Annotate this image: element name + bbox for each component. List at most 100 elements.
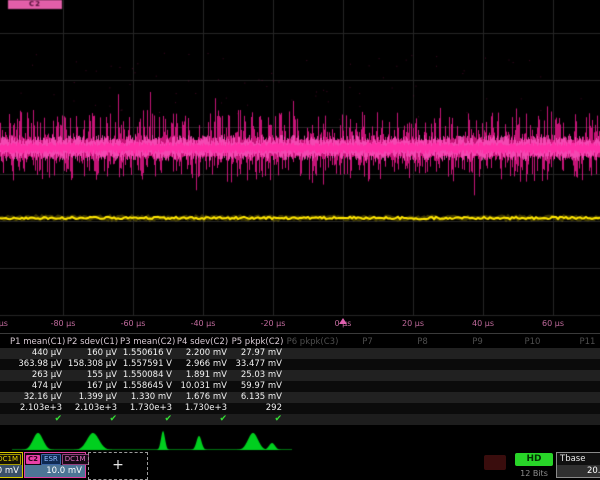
measure-cell bbox=[450, 348, 505, 359]
timebase-value: 20.0 µ bbox=[557, 465, 600, 477]
measure-param-header[interactable]: P4 sdev(C2) bbox=[175, 337, 230, 348]
table-row: 474 µV167 µV1.558645 V10.031 mV59.97 mV bbox=[0, 381, 600, 392]
measure-cell: 1.550616 V bbox=[120, 348, 175, 359]
measure-cell bbox=[395, 370, 450, 381]
measure-param-header-inactive[interactable]: P9 bbox=[450, 337, 505, 348]
table-header-row: P1 mean(C1)P2 sdev(C1)P3 mean(C2)P4 sdev… bbox=[0, 337, 600, 348]
histicon-strip bbox=[0, 430, 600, 452]
measure-cell: 263 µV bbox=[10, 370, 65, 381]
x-axis-label: -40 µs bbox=[181, 319, 225, 328]
hd-mode-badge[interactable]: HD bbox=[515, 453, 553, 466]
trigger-position-marker[interactable] bbox=[339, 318, 347, 324]
measure-cell: 363.98 µV bbox=[10, 359, 65, 370]
measure-cell bbox=[560, 348, 600, 359]
plus-icon: + bbox=[112, 457, 124, 473]
measure-cell bbox=[340, 359, 395, 370]
measure-cell bbox=[285, 381, 340, 392]
table-row: 2.103e+32.103e+31.730e+31.730e+3292 bbox=[0, 403, 600, 414]
timebase-box[interactable]: Tbase 20.0 µ bbox=[556, 452, 600, 478]
status-check-icon: ✔ bbox=[120, 414, 175, 425]
measure-cell bbox=[505, 403, 560, 414]
measure-cell: 292 bbox=[230, 403, 285, 414]
measure-param-header-inactive[interactable]: P8 bbox=[395, 337, 450, 348]
measure-cell: 1.330 mV bbox=[120, 392, 175, 403]
measure-cell bbox=[450, 370, 505, 381]
measure-cell: 2.103e+3 bbox=[65, 403, 120, 414]
measure-cell bbox=[285, 370, 340, 381]
measure-cell: 1.557591 V bbox=[120, 359, 175, 370]
measure-cell: 1.676 mV bbox=[175, 392, 230, 403]
measure-cell bbox=[450, 403, 505, 414]
measure-cell bbox=[505, 370, 560, 381]
c2-coupling-badge: DC1M bbox=[62, 454, 89, 465]
measure-cell bbox=[560, 392, 600, 403]
measure-cell: 1.558645 V bbox=[120, 381, 175, 392]
measure-cell: 2.966 mV bbox=[175, 359, 230, 370]
measure-cell bbox=[340, 403, 395, 414]
measure-cell: 440 µV bbox=[10, 348, 65, 359]
measure-param-header-inactive[interactable]: P10 bbox=[505, 337, 560, 348]
waveform-grid[interactable] bbox=[0, 0, 600, 317]
x-axis-label: -60 µs bbox=[111, 319, 155, 328]
measure-param-header-inactive[interactable]: P11 bbox=[560, 337, 600, 348]
measure-cell bbox=[395, 348, 450, 359]
measure-param-header-inactive[interactable]: P7 bbox=[340, 337, 395, 348]
status-check-icon bbox=[285, 414, 340, 425]
table-row: 32.16 µV1.399 µV1.330 mV1.676 mV6.135 mV bbox=[0, 392, 600, 403]
hd-resolution-label: 12 Bits bbox=[512, 469, 556, 478]
measure-cell bbox=[450, 381, 505, 392]
measure-cell bbox=[285, 348, 340, 359]
x-axis-label: 60 µs bbox=[531, 319, 575, 328]
measure-cell: 1.730e+3 bbox=[120, 403, 175, 414]
status-check-icon: ✔ bbox=[65, 414, 120, 425]
measure-cell bbox=[560, 381, 600, 392]
measure-cell bbox=[340, 392, 395, 403]
add-trace-button[interactable]: + bbox=[88, 452, 148, 480]
measure-cell: 6.135 mV bbox=[230, 392, 285, 403]
c1-coupling-badge: DC1M bbox=[0, 454, 21, 465]
measure-cell bbox=[395, 359, 450, 370]
status-check-icon: ✔ bbox=[10, 414, 65, 425]
measure-cell: 33.477 mV bbox=[230, 359, 285, 370]
measure-cell bbox=[560, 359, 600, 370]
measure-cell bbox=[395, 403, 450, 414]
status-check-icon bbox=[450, 414, 505, 425]
measure-cell bbox=[285, 403, 340, 414]
measure-cell: 27.97 mV bbox=[230, 348, 285, 359]
status-check-icon bbox=[560, 414, 600, 425]
measure-param-header[interactable]: P2 sdev(C1) bbox=[65, 337, 120, 348]
c2-descriptor-box[interactable]: C2 ESR DC1M 10.0 mV bbox=[24, 452, 86, 478]
active-trace-tab[interactable]: C2 bbox=[8, 0, 62, 9]
measurement-table: P1 mean(C1)P2 sdev(C1)P3 mean(C2)P4 sdev… bbox=[0, 337, 600, 425]
measure-cell bbox=[560, 403, 600, 414]
table-row: 263 µV155 µV1.550084 V1.891 mV25.03 mV bbox=[0, 370, 600, 381]
measure-cell bbox=[340, 348, 395, 359]
measure-cell bbox=[395, 392, 450, 403]
oscilloscope-screen: C2 -100 µs-80 µs-60 µs-40 µs-20 µs0 µs20… bbox=[0, 0, 600, 480]
c2-vertical-scale: 10.0 mV bbox=[25, 465, 85, 477]
c1-descriptor-box[interactable]: DC1M 0 mV bbox=[0, 452, 23, 478]
measure-param-header[interactable]: P5 pkpk(C2) bbox=[230, 337, 285, 348]
table-separator bbox=[0, 333, 600, 334]
measure-cell bbox=[505, 348, 560, 359]
measure-cell: 1.891 mV bbox=[175, 370, 230, 381]
measure-cell bbox=[285, 359, 340, 370]
trigger-descriptor-fragment[interactable] bbox=[484, 455, 506, 470]
timebase-label: Tbase bbox=[557, 453, 600, 465]
status-check-icon bbox=[505, 414, 560, 425]
status-check-icon: ✔ bbox=[175, 414, 230, 425]
measure-cell: 474 µV bbox=[10, 381, 65, 392]
measure-cell: 2.200 mV bbox=[175, 348, 230, 359]
table-row: 440 µV160 µV1.550616 V2.200 mV27.97 mV bbox=[0, 348, 600, 359]
measure-param-header[interactable]: P3 mean(C2) bbox=[120, 337, 175, 348]
measure-cell: 59.97 mV bbox=[230, 381, 285, 392]
measure-cell bbox=[505, 359, 560, 370]
measure-cell bbox=[450, 392, 505, 403]
measure-param-header-inactive[interactable]: P6 pkpk(C3) bbox=[285, 337, 340, 348]
status-check-icon bbox=[395, 414, 450, 425]
measure-param-header[interactable]: P1 mean(C1) bbox=[10, 337, 65, 348]
measure-cell bbox=[505, 392, 560, 403]
x-axis-label: -80 µs bbox=[41, 319, 85, 328]
measure-cell bbox=[505, 381, 560, 392]
measure-cell: 160 µV bbox=[65, 348, 120, 359]
